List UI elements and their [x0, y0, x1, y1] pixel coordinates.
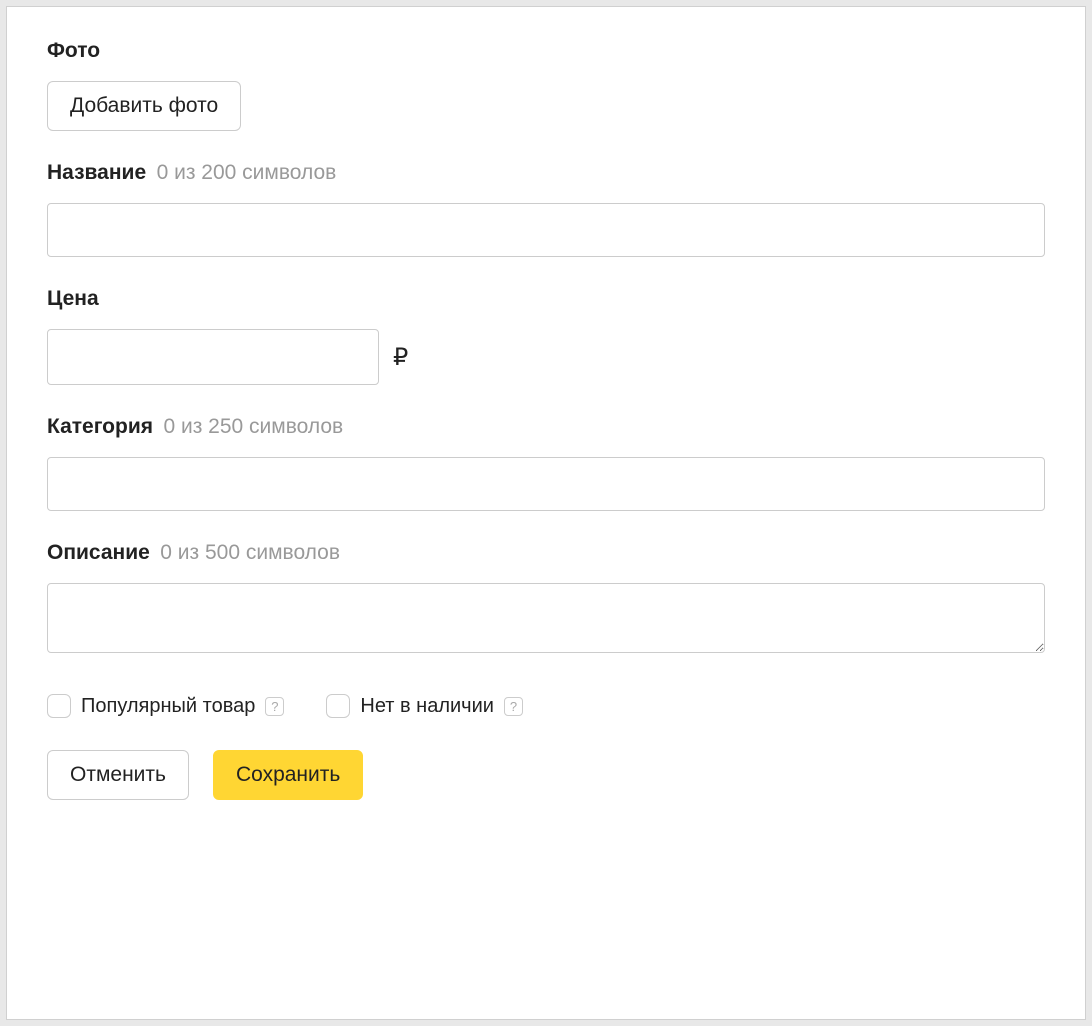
question-icon[interactable]: ?	[265, 697, 284, 716]
price-input[interactable]	[47, 329, 379, 385]
out-of-stock-checkbox[interactable]	[326, 694, 350, 718]
category-label: Категория	[47, 415, 153, 438]
price-section: Цена ₽	[47, 287, 1045, 385]
out-of-stock-label: Нет в наличии	[360, 695, 494, 718]
name-counter: 0 из 200 символов	[157, 161, 337, 184]
photo-label: Фото	[47, 39, 100, 62]
description-textarea[interactable]	[47, 583, 1045, 653]
options-row: Популярный товар ? Нет в наличии ?	[47, 688, 1045, 718]
question-icon[interactable]: ?	[504, 697, 523, 716]
product-form: Фото Добавить фото Название 0 из 200 сим…	[6, 6, 1086, 1020]
name-section: Название 0 из 200 символов	[47, 161, 1045, 257]
description-counter: 0 из 500 символов	[160, 541, 340, 564]
name-label: Название	[47, 161, 146, 184]
photo-section: Фото Добавить фото	[47, 39, 1045, 131]
popular-checkbox[interactable]	[47, 694, 71, 718]
name-input[interactable]	[47, 203, 1045, 257]
form-actions: Отменить Сохранить	[47, 750, 1045, 800]
add-photo-button[interactable]: Добавить фото	[47, 81, 241, 131]
cancel-button[interactable]: Отменить	[47, 750, 189, 800]
save-button[interactable]: Сохранить	[213, 750, 363, 800]
price-label: Цена	[47, 287, 99, 310]
out-of-stock-option: Нет в наличии ?	[326, 694, 523, 718]
category-section: Категория 0 из 250 символов	[47, 415, 1045, 511]
popular-label: Популярный товар	[81, 695, 255, 718]
description-section: Описание 0 из 500 символов	[47, 541, 1045, 658]
description-label: Описание	[47, 541, 150, 564]
category-input[interactable]	[47, 457, 1045, 511]
category-counter: 0 из 250 символов	[163, 415, 343, 438]
popular-option: Популярный товар ?	[47, 694, 284, 718]
ruble-icon: ₽	[393, 343, 408, 372]
